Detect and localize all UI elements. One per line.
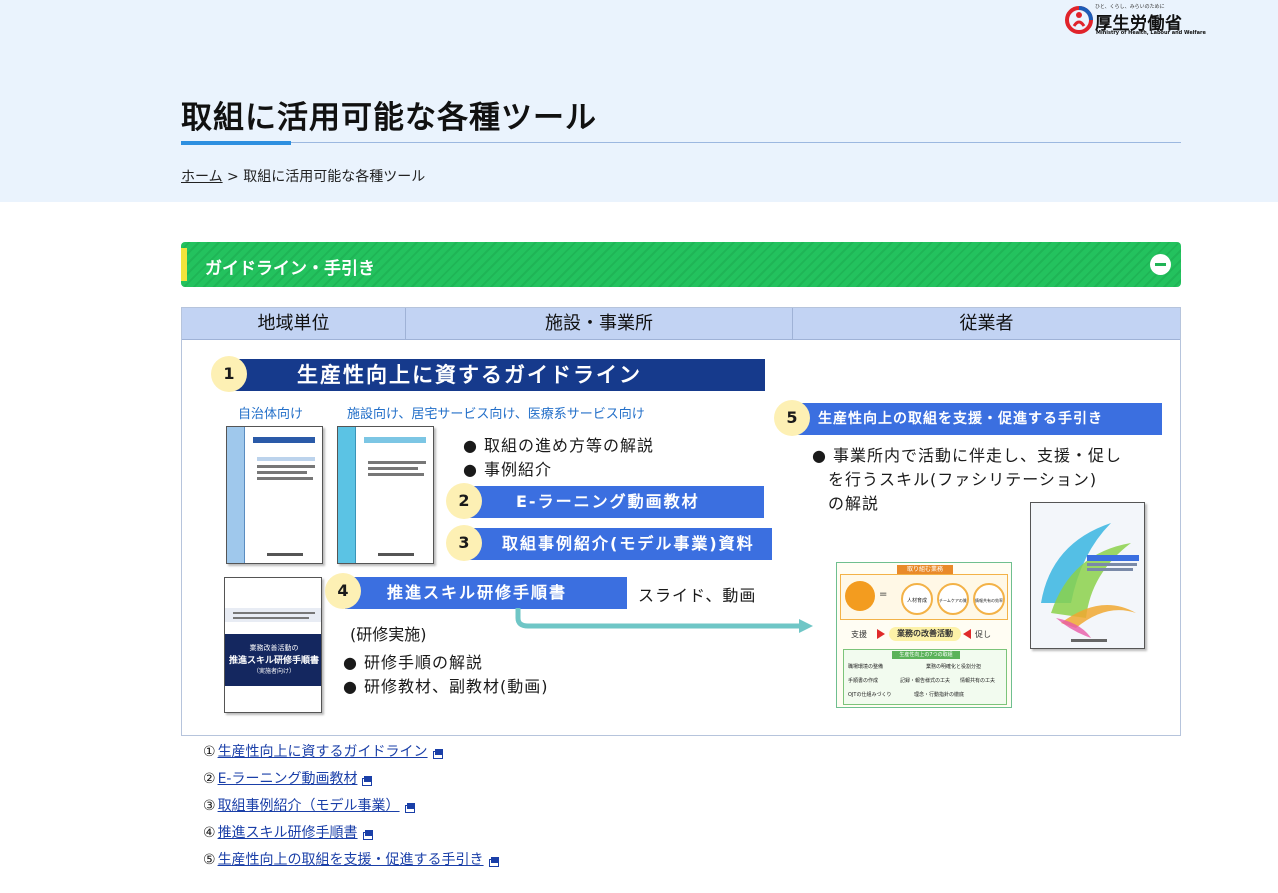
link-index: ⑤ [203,852,216,868]
page-title: 取組に活用可能な各種ツール [181,100,597,136]
title-accent [181,141,291,145]
column-header-employee: 従業者 [793,308,1180,340]
item-4-badge: 4 [325,573,361,609]
cover-band [225,608,321,622]
item-1-bullet-1: ● 取組の進め方等の解説 [463,436,655,455]
item-2-title-bar: E-ラーニング動画教材 [466,486,764,518]
cover-line [257,465,315,468]
item-1-target-municipality: 自治体向け [238,407,304,422]
improvement-activity-diagram: 取り組む業務 = 人材育成 チームケアの質の向上 情報共有の効率化 支援 業務の… [836,562,1012,708]
training-manual-link[interactable]: 推進スキル研修手順書 [218,825,358,841]
external-window-icon [404,803,415,813]
cover-line [257,457,315,461]
link-item: ④ 推進スキル研修手順書 [203,822,499,849]
training-manual-cover: 業務改善活動の 推進スキル研修手順書 （実施者向け） [224,577,322,713]
breadcrumb-current: 取組に活用可能な各種ツール [243,169,426,185]
facilitation-guide-cover [1030,502,1145,649]
mhlw-logo[interactable]: ひと、くらし、みらいのために 厚生労働省 Ministry of Health,… [1065,3,1206,36]
item-5-bullet-1: ● 事業所内で活動に伴走し、支援・促し [812,446,1123,465]
item-5-title-bar: 生産性向上の取組を支援・促進する手引き [794,403,1162,435]
breadcrumb: ホーム > 取組に活用可能な各種ツール [181,166,425,186]
item-1-target-facility: 施設向け、居宅サービス向け、医療系サービス向け [347,407,645,422]
logo-english: Ministry of Health, Labour and Welfare [1096,30,1206,36]
link-index: ④ [203,825,216,841]
diagram-bottom-panel: 生産性向上の7つの取組 職場環境の整備 業務の明確化と役割分担 手順書の作成 記… [843,649,1007,705]
item-5-bullet-1-line-2: を行うスキル(ファシリテーション) [828,470,1098,489]
tools-overview-figure: 地域単位 施設・事業所 従業者 1 生産性向上に資するガイドライン 自治体向け … [181,307,1181,736]
item-3-badge: 3 [446,525,482,561]
link-item: ③ 取組事例紹介（モデル事業） [203,795,499,822]
cover-line [368,473,424,476]
link-item: ① 生産性向上に資するガイドライン [203,741,499,768]
guidelines-section-header[interactable]: ガイドライン・手引き [181,242,1181,287]
item-1-bullet-2: ● 事例紹介 [463,460,553,479]
cover-line [257,471,307,474]
item-5-badge: 5 [774,400,810,436]
external-window-icon [488,857,499,867]
diagram-top-panel: = 人材育成 チームケアの質の向上 情報共有の効率化 [840,574,1008,620]
facilitation-guide-link[interactable]: 生産性向上の取組を支援・促進する手引き [218,852,484,868]
elearning-link[interactable]: E-ラーニング動画教材 [218,771,358,787]
link-index: ① [203,744,216,760]
cover-line [257,477,313,480]
section-accent-edge [181,248,187,281]
title-divider [181,142,1181,143]
link-item: ② E-ラーニング動画教材 [203,768,499,795]
breadcrumb-home-link[interactable]: ホーム [181,169,223,185]
link-item: ⑤ 生産性向上の取組を支援・促進する手引き [203,849,499,876]
guide-cover-swirl-icon [1041,523,1139,642]
cover-line [233,617,309,619]
item-4-side-label: スライド、動画 [638,586,757,605]
cover-spine [227,427,245,563]
guideline-cover-municipality [226,426,323,564]
section-title: ガイドライン・手引き [205,259,375,279]
column-header-region: 地域単位 [182,308,406,340]
cover-line [253,437,315,443]
cover-line [364,437,426,443]
link-index: ② [203,771,216,787]
diagram-arrow-right-icon [877,629,885,639]
diagram-equals: = [879,589,888,600]
diagram-sun-icon [845,581,875,611]
item-5-bullet-1-line-3: の解説 [828,494,880,513]
external-window-icon [362,830,373,840]
item-2-badge: 2 [446,483,482,519]
document-links: ① 生産性向上に資するガイドライン ② E-ラーニング動画教材 ③ 取組事例紹介（モデ… [203,741,499,876]
mhlw-emblem-icon [1065,6,1093,34]
cover-line [368,461,426,464]
cover-spine [338,427,356,563]
guideline-cover-facility [337,426,434,564]
diagram-arrow-left-icon [963,629,971,639]
cover-title-block: 業務改善活動の 推進スキル研修手順書 （実施者向け） [225,634,321,686]
case-study-link[interactable]: 取組事例紹介（モデル事業） [218,798,400,814]
guideline-link[interactable]: 生産性向上に資するガイドライン [218,744,428,760]
column-header-facility: 施設・事業所 [406,308,793,340]
item-1-title-bar: 生産性向上に資するガイドライン [229,359,765,391]
item-3-title-bar: 取組事例紹介(モデル事業)資料 [466,528,772,560]
page-header: ひと、くらし、みらいのために 厚生労働省 Ministry of Health,… [0,0,1278,202]
cover-line [378,553,414,556]
cover-line [368,467,418,470]
item-4-note: (研修実施) [350,625,427,644]
collapse-icon[interactable] [1150,254,1171,275]
external-window-icon [432,749,443,759]
external-window-icon [362,776,373,786]
breadcrumb-separator: > [227,169,239,185]
cover-line [233,612,315,614]
item-1-badge: 1 [211,356,247,392]
item-4-bullet-2: ● 研修教材、副教材(動画) [343,677,549,696]
item-4-bullet-1: ● 研修手順の解説 [343,653,484,672]
cover-line [267,553,303,556]
flow-arrow-icon [515,608,813,633]
link-index: ③ [203,798,216,814]
